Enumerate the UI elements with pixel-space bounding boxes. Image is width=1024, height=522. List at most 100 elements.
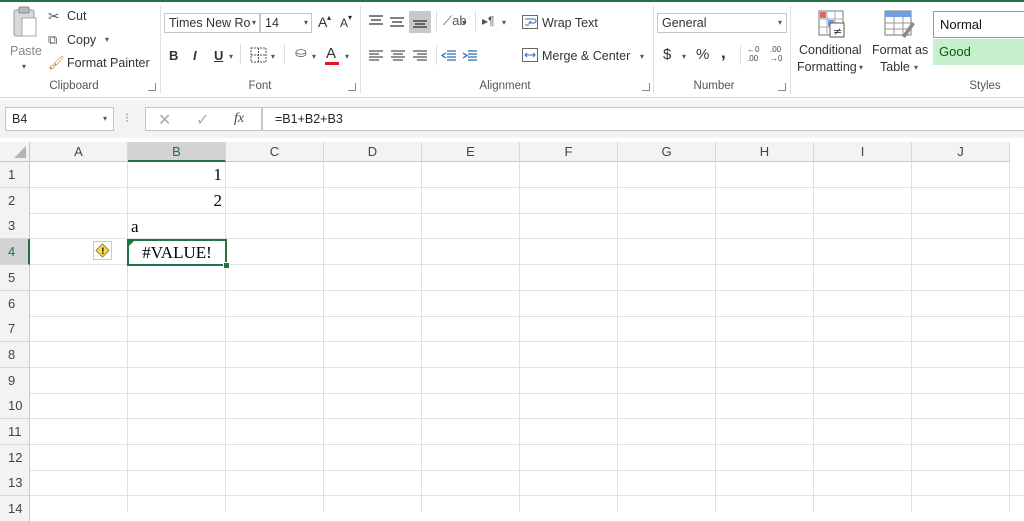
clipboard-launcher-icon[interactable] bbox=[148, 83, 156, 91]
font-name-dropdown[interactable]: Times New Ro ▾ bbox=[164, 13, 260, 33]
shrink-font-button[interactable]: A bbox=[340, 16, 348, 30]
style-normal[interactable]: Normal bbox=[933, 11, 1024, 38]
ribbon-accent-line bbox=[0, 0, 1024, 2]
column-header-f[interactable]: F bbox=[520, 142, 618, 162]
column-header-d[interactable]: D bbox=[324, 142, 422, 162]
merge-center-label: Merge & Center bbox=[542, 49, 631, 63]
decrease-decimal-icon[interactable]: .00 →0 bbox=[770, 45, 786, 65]
increase-decimal-icon[interactable]: ←0.00 bbox=[747, 45, 763, 65]
clipboard-icon bbox=[13, 6, 37, 37]
row-header-13[interactable]: 13 bbox=[0, 470, 30, 496]
name-box[interactable]: B4 ▾ bbox=[5, 107, 114, 131]
font-color-button[interactable]: A bbox=[326, 45, 336, 62]
row-header-5[interactable]: 5 bbox=[0, 265, 30, 291]
style-good[interactable]: Good bbox=[933, 39, 1024, 65]
comma-style-button[interactable]: , bbox=[721, 43, 726, 63]
select-all-button[interactable] bbox=[0, 142, 30, 162]
row-gridline bbox=[30, 470, 1024, 471]
column-header-e[interactable]: E bbox=[422, 142, 520, 162]
column-gridline bbox=[323, 162, 324, 512]
row-header-8[interactable]: 8 bbox=[0, 342, 30, 368]
row-header-9[interactable]: 9 bbox=[0, 368, 30, 394]
column-header-c[interactable]: C bbox=[226, 142, 324, 162]
column-header-g[interactable]: G bbox=[618, 142, 716, 162]
error-indicator-triangle bbox=[129, 241, 134, 246]
column-header-i[interactable]: I bbox=[814, 142, 912, 162]
formula-input[interactable]: =B1+B2+B3 bbox=[262, 107, 1024, 131]
scissors-icon: ✂ bbox=[48, 8, 60, 24]
divider bbox=[436, 45, 437, 65]
format-as-table-label: Format as bbox=[872, 43, 929, 57]
chevron-down-icon: ▾ bbox=[777, 18, 782, 27]
bold-button[interactable]: B bbox=[169, 48, 178, 63]
error-check-button[interactable]: ! bbox=[93, 241, 112, 260]
bottom-align-button[interactable] bbox=[409, 11, 431, 33]
alignment-launcher-icon[interactable] bbox=[642, 83, 650, 91]
number-launcher-icon[interactable] bbox=[778, 83, 786, 91]
cell-b3[interactable]: a bbox=[128, 214, 225, 239]
alignment-group-label: Alignment bbox=[479, 80, 531, 92]
row-header-4[interactable]: 4 bbox=[0, 239, 30, 265]
chevron-down-icon: ▾ bbox=[345, 52, 350, 61]
cancel-icon[interactable]: ✕ bbox=[158, 110, 171, 130]
cell-b4-selected[interactable]: #VALUE! bbox=[127, 239, 227, 266]
merge-center-button[interactable]: Merge & Center ▾ bbox=[522, 46, 650, 66]
row-header-2[interactable]: 2 bbox=[0, 188, 30, 214]
middle-align-icon[interactable] bbox=[389, 14, 405, 28]
align-center-icon[interactable] bbox=[390, 49, 406, 63]
currency-button[interactable]: $ bbox=[663, 46, 671, 63]
percent-button[interactable]: % bbox=[696, 46, 709, 63]
column-header-b[interactable]: B bbox=[128, 142, 226, 162]
row-header-3[interactable]: 3 bbox=[0, 213, 30, 239]
format-painter-button[interactable]: 🖌 Format Painter bbox=[48, 55, 156, 73]
warning-icon: ! bbox=[95, 243, 110, 258]
row-header-12[interactable]: 12 bbox=[0, 445, 30, 471]
enter-icon[interactable]: ✓ bbox=[196, 110, 209, 130]
divider bbox=[436, 11, 437, 31]
top-align-icon[interactable] bbox=[368, 14, 384, 28]
number-format-dropdown[interactable]: General ▾ bbox=[657, 13, 787, 33]
cell-b2[interactable]: 2 bbox=[128, 188, 225, 213]
paste-label: Paste bbox=[10, 44, 42, 58]
format-as-table-button[interactable]: Format as Table ▾ bbox=[870, 8, 930, 78]
borders-icon[interactable] bbox=[250, 47, 268, 63]
chevron-down-icon: ▾ bbox=[105, 35, 110, 44]
increase-indent-icon[interactable] bbox=[462, 49, 478, 63]
chevron-down-icon: ▾ bbox=[914, 63, 919, 72]
conditional-formatting-button[interactable]: ≠ Conditional Formatting ▾ bbox=[795, 8, 867, 78]
row-gridline bbox=[30, 495, 1024, 496]
row-header-11[interactable]: 11 bbox=[0, 419, 30, 445]
chevron-down-icon: ▾ bbox=[303, 18, 308, 27]
row-header-14[interactable]: 14 bbox=[0, 496, 30, 522]
column-header-j[interactable]: J bbox=[912, 142, 1010, 162]
font-size-dropdown[interactable]: 14 ▾ bbox=[260, 13, 312, 33]
column-header-h[interactable]: H bbox=[716, 142, 814, 162]
cell-b1[interactable]: 1 bbox=[128, 162, 225, 187]
divider bbox=[740, 45, 741, 65]
align-left-icon[interactable] bbox=[368, 49, 384, 63]
row-header-6[interactable]: 6 bbox=[0, 291, 30, 317]
fill-color-icon[interactable]: ⛀ bbox=[295, 44, 307, 61]
paste-button[interactable]: Paste ▾ bbox=[6, 6, 44, 71]
align-right-icon[interactable] bbox=[412, 49, 428, 63]
font-group-label: Font bbox=[248, 80, 272, 92]
conditional-formatting-label: Conditional bbox=[799, 43, 862, 57]
font-launcher-icon[interactable] bbox=[348, 83, 356, 91]
row-header-1[interactable]: 1 bbox=[0, 162, 30, 188]
underline-button[interactable]: U bbox=[214, 48, 223, 63]
decrease-indent-icon[interactable] bbox=[441, 49, 457, 63]
insert-function-icon[interactable]: fx bbox=[234, 111, 244, 127]
chevron-down-icon: ▾ bbox=[102, 114, 107, 123]
fill-handle[interactable] bbox=[223, 262, 230, 269]
text-direction-icon[interactable]: ▸¶ bbox=[482, 14, 494, 28]
copy-button[interactable]: ⧉ Copy ▾ bbox=[48, 32, 118, 50]
italic-button[interactable]: I bbox=[193, 48, 197, 63]
row-gridline bbox=[30, 393, 1024, 394]
paintbrush-icon: 🖌 bbox=[48, 55, 65, 70]
wrap-text-button[interactable]: Wrap Text bbox=[522, 13, 602, 33]
row-gridline bbox=[30, 316, 1024, 317]
grow-font-button[interactable]: A bbox=[318, 14, 327, 30]
row-header-7[interactable]: 7 bbox=[0, 316, 30, 342]
column-header-a[interactable]: A bbox=[30, 142, 128, 162]
row-header-10[interactable]: 10 bbox=[0, 393, 30, 419]
